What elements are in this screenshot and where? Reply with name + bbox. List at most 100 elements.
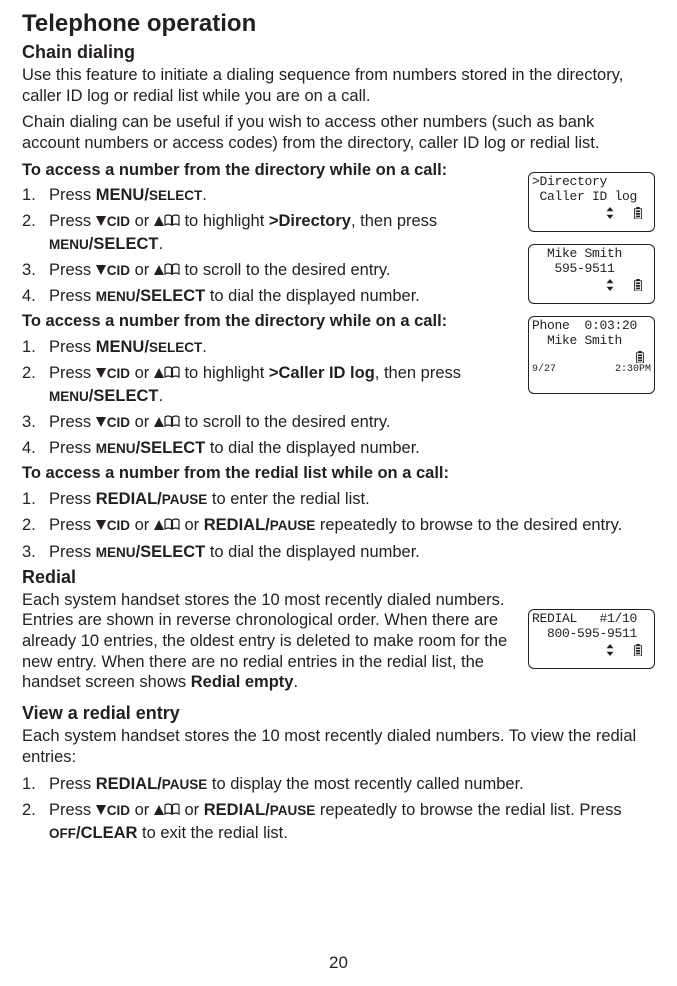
up-dir-icon	[154, 214, 180, 226]
text: , then press	[351, 212, 437, 230]
book-icon	[164, 415, 180, 427]
redial-heading: Redial	[22, 567, 655, 588]
section-b-list: Press MENU/SELECT. Press CID or to highl…	[22, 336, 655, 459]
list-item: Press CID or or REDIAL/PAUSE repeatedly …	[22, 514, 655, 536]
view-heading: View a redial entry	[22, 703, 655, 724]
text: PAUSE	[162, 777, 208, 792]
up-dir-icon	[154, 803, 180, 815]
down-cid-icon: CID	[96, 365, 130, 383]
text: .	[202, 186, 207, 204]
text: Press	[49, 338, 96, 356]
book-icon	[164, 518, 180, 530]
text: to dial the displayed number.	[205, 439, 420, 457]
text: or	[180, 801, 204, 819]
list-item: Press MENU/SELECT to dial the displayed …	[22, 541, 655, 563]
chain-p1: Use this feature to initiate a dialing s…	[22, 65, 655, 106]
text: MENU	[49, 237, 89, 252]
text: or	[130, 212, 154, 230]
view-p1: Each system handset stores the 10 most r…	[22, 726, 655, 767]
text: to scroll to the desired entry.	[180, 413, 391, 431]
list-item: Press CID or to highlight >Directory, th…	[22, 210, 522, 255]
text: or	[130, 413, 154, 431]
battery-icon	[633, 644, 643, 656]
book-icon	[164, 803, 180, 815]
cid-label: CID	[107, 365, 130, 383]
lcd-redial: REDIAL #1/10 800-595-9511	[528, 609, 655, 669]
text: MENU/	[96, 338, 149, 356]
down-cid-icon: CID	[96, 262, 130, 280]
page-title: Telephone operation	[22, 10, 655, 38]
list-item: Press MENU/SELECT.	[22, 184, 655, 206]
list-item: Press CID or to highlight >Caller ID log…	[22, 362, 522, 407]
updown-icon	[605, 207, 615, 219]
text: PAUSE	[270, 803, 316, 818]
text: >Caller ID log	[269, 364, 375, 382]
text: /SELECT	[136, 287, 206, 305]
list-item: Press MENU/SELECT.	[22, 336, 655, 358]
cid-label: CID	[107, 213, 130, 231]
text: or	[130, 261, 154, 279]
text: MENU	[96, 545, 136, 560]
text: to highlight	[180, 364, 269, 382]
text: SELECT	[149, 340, 202, 355]
text: , then press	[375, 364, 461, 382]
up-dir-icon	[154, 415, 180, 427]
text: MENU/	[96, 186, 149, 204]
section-c-list: Press REDIAL/PAUSE to enter the redial l…	[22, 488, 655, 563]
text: Press	[49, 516, 96, 534]
text: Press	[49, 543, 96, 561]
text: Press	[49, 801, 96, 819]
text: MENU	[49, 389, 89, 404]
text: repeatedly to browse to the desired entr…	[315, 516, 622, 534]
text: Press	[49, 261, 96, 279]
lcd-date: 9/27	[532, 364, 556, 376]
page-number: 20	[0, 953, 677, 973]
text: REDIAL/	[96, 775, 162, 793]
text: PAUSE	[270, 518, 316, 533]
text: Press	[49, 287, 96, 305]
cid-label: CID	[107, 414, 130, 432]
text: MENU	[96, 441, 136, 456]
text: REDIAL/	[96, 490, 162, 508]
text: or	[130, 801, 154, 819]
text: /SELECT	[136, 543, 206, 561]
battery-icon	[633, 207, 643, 219]
down-cid-icon: CID	[96, 802, 130, 820]
text: REDIAL/	[204, 516, 270, 534]
book-icon	[164, 263, 180, 275]
text: to exit the redial list.	[137, 824, 287, 842]
text: /SELECT	[89, 387, 159, 405]
text: OFF	[49, 826, 76, 841]
up-dir-icon	[154, 263, 180, 275]
text: Press	[49, 490, 96, 508]
text: >Directory	[269, 212, 351, 230]
down-cid-icon: CID	[96, 517, 130, 535]
list-item: Press CID or to scroll to the desired en…	[22, 411, 655, 433]
text: to display the most recently called numb…	[207, 775, 523, 793]
cid-label: CID	[107, 517, 130, 535]
text: to dial the displayed number.	[205, 287, 420, 305]
text: Press	[49, 439, 96, 457]
text: .	[158, 387, 163, 405]
text: MENU	[96, 289, 136, 304]
list-item: Press CID or or REDIAL/PAUSE repeatedly …	[22, 799, 655, 844]
text: Press	[49, 186, 96, 204]
up-dir-icon	[154, 366, 180, 378]
text: or	[130, 516, 154, 534]
view-list: Press REDIAL/PAUSE to display the most r…	[22, 773, 655, 844]
list-item: Press MENU/SELECT to dial the displayed …	[22, 437, 655, 459]
section-c-heading: To access a number from the redial list …	[22, 463, 655, 484]
text: to highlight	[180, 212, 269, 230]
cid-label: CID	[107, 262, 130, 280]
text: repeatedly to browse the redial list. Pr…	[315, 801, 621, 819]
book-icon	[164, 366, 180, 378]
text: /SELECT	[136, 439, 206, 457]
list-item: Press CID or to scroll to the desired en…	[22, 259, 655, 281]
chain-p2: Chain dialing can be useful if you wish …	[22, 112, 655, 153]
list-item: Press REDIAL/PAUSE to enter the redial l…	[22, 488, 655, 510]
text: SELECT	[149, 188, 202, 203]
lcd-time: 2:30PM	[615, 364, 651, 376]
up-dir-icon	[154, 518, 180, 530]
text: or	[180, 516, 204, 534]
text: or	[130, 364, 154, 382]
